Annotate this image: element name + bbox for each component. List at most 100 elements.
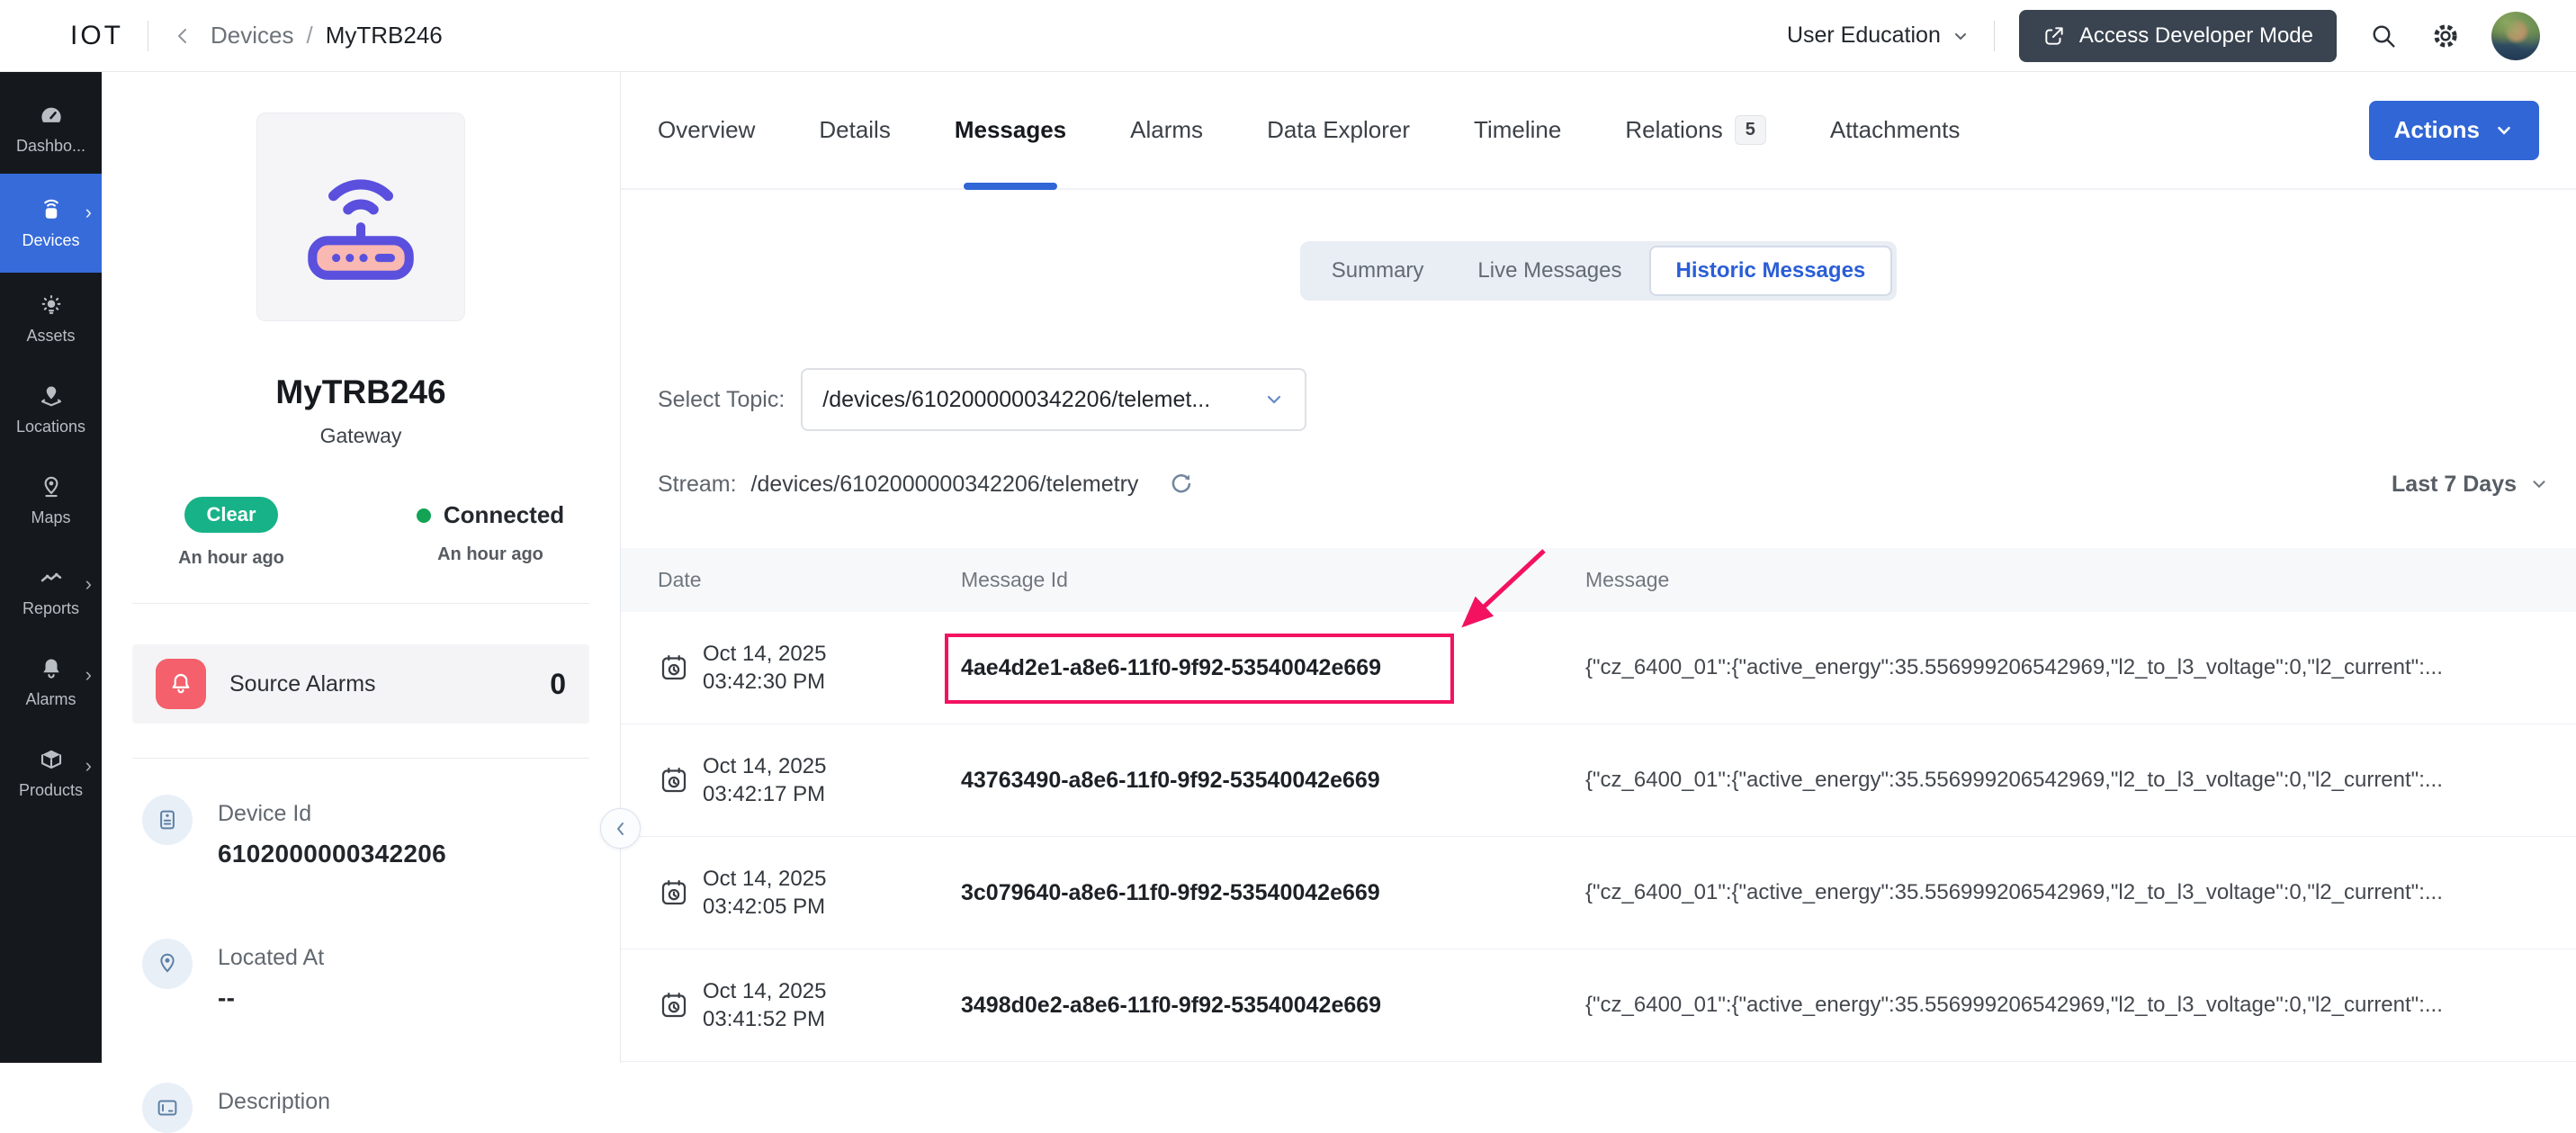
user-avatar[interactable] — [2491, 11, 2540, 60]
alarms-bell-icon — [38, 655, 65, 682]
actions-label: Actions — [2393, 116, 2480, 143]
tab-attachments[interactable]: Attachments — [1830, 72, 1961, 188]
select-topic-label: Select Topic: — [658, 386, 785, 412]
message-id-cell: 43763490-a8e6-11f0-9f92-53540042e669 — [961, 767, 1380, 793]
tab-timeline[interactable]: Timeline — [1474, 72, 1561, 188]
select-topic-row: Select Topic: /devices/6102000000342206/… — [658, 368, 2576, 431]
chevron-down-icon — [1952, 27, 1970, 45]
time-range-value: Last 7 Days — [2392, 471, 2517, 497]
tab-details[interactable]: Details — [819, 72, 890, 188]
table-row[interactable]: Oct 14, 2025 03:42:30 PM 4ae4d2e1-a8e6-1… — [621, 612, 2576, 724]
sidebar-item-dashboards[interactable]: Dashbo... — [0, 83, 102, 174]
chevron-down-icon — [1263, 389, 1285, 410]
field-description: Description — [142, 1083, 620, 1133]
connection-state-col: Connected An hour ago — [361, 497, 620, 569]
stream-row: Stream: /devices/6102000000342206/teleme… — [658, 471, 2549, 498]
sidebar-item-reports[interactable]: › Reports — [0, 545, 102, 636]
device-image — [256, 112, 465, 321]
sidebar-item-label: Alarms — [25, 689, 76, 708]
calendar-clock-icon — [658, 877, 690, 909]
date-cell: Oct 14, 2025 03:42:17 PM — [658, 752, 961, 808]
time-range-dropdown[interactable]: Last 7 Days — [2392, 472, 2549, 498]
messages-table: Date Message Id Message Oct 14, 2025 03:… — [621, 548, 2576, 1062]
tab-relations[interactable]: Relations 5 — [1625, 72, 1766, 188]
column-header-message-id: Message Id — [961, 568, 1068, 591]
source-alarms-row[interactable]: Source Alarms 0 — [132, 644, 589, 724]
actions-button[interactable]: Actions — [2368, 100, 2539, 160]
connected-dot-icon — [416, 508, 431, 523]
developer-mode-label: Access Developer Mode — [2078, 22, 2313, 48]
topic-select-value: /devices/6102000000342206/telemet... — [822, 386, 1211, 412]
date-cell: Oct 14, 2025 03:41:52 PM — [658, 977, 961, 1033]
router-illustration-icon — [292, 148, 429, 285]
collapse-panel-button[interactable] — [600, 808, 641, 849]
source-alarms-count: 0 — [550, 667, 566, 700]
breadcrumb-current: MyTRB246 — [325, 22, 443, 49]
external-link-icon — [2042, 24, 2066, 48]
device-summary-panel: MyTRB246 Gateway Clear An hour ago Conne… — [102, 72, 641, 1133]
chevron-right-icon: › — [85, 572, 92, 595]
alarm-bell-icon — [156, 659, 206, 709]
assets-bulb-icon — [38, 292, 65, 319]
app-logo: IOT — [70, 20, 123, 50]
topbar-divider — [1993, 20, 1995, 51]
date-text: Oct 14, 2025 03:42:17 PM — [703, 754, 827, 806]
tab-overview[interactable]: Overview — [658, 72, 755, 188]
sidebar-item-devices[interactable]: › Devices — [0, 174, 102, 273]
table-row[interactable]: Oct 14, 2025 03:42:17 PM 43763490-a8e6-1… — [621, 724, 2576, 837]
field-device-id: Device Id 6102000000342206 — [142, 795, 620, 868]
settings-gear-icon[interactable] — [2430, 21, 2461, 51]
chevron-down-icon — [2529, 474, 2549, 494]
maps-pin-icon — [38, 473, 65, 500]
alarm-state-badge: Clear — [184, 497, 278, 533]
app-body: Dashbo... › Devices Assets Locations Map… — [0, 72, 2576, 1133]
topic-select-dropdown[interactable]: /devices/6102000000342206/telemet... — [801, 368, 1307, 431]
date-text: Oct 14, 2025 03:41:52 PM — [703, 979, 827, 1031]
user-menu[interactable]: User Education — [1787, 22, 1970, 49]
panel-divider — [132, 758, 589, 759]
date-text: Oct 14, 2025 03:42:05 PM — [703, 867, 827, 919]
breadcrumb-parent[interactable]: Devices — [211, 22, 293, 49]
tab-alarms[interactable]: Alarms — [1130, 72, 1203, 188]
field-label: Device Id — [218, 801, 312, 826]
tab-messages[interactable]: Messages — [955, 72, 1066, 190]
device-id-value: 6102000000342206 — [218, 840, 446, 868]
field-label: Description — [218, 1089, 331, 1114]
message-cell: {"cz_6400_01":{"active_energy":35.556999… — [1585, 993, 2443, 1017]
message-cell: {"cz_6400_01":{"active_energy":35.556999… — [1585, 880, 2443, 904]
field-located-at: Located At -- — [142, 939, 620, 1012]
sidebar-item-products[interactable]: › Products — [0, 727, 102, 818]
user-menu-label: User Education — [1786, 22, 1941, 48]
device-status-row: Clear An hour ago Connected An hour ago — [102, 497, 620, 569]
date-cell: Oct 14, 2025 03:42:30 PM — [658, 640, 961, 696]
sidebar: Dashbo... › Devices Assets Locations Map… — [0, 72, 102, 1063]
chevron-right-icon: › — [85, 663, 92, 686]
located-at-value: -- — [218, 984, 236, 1012]
sidebar-item-alarms[interactable]: › Alarms — [0, 636, 102, 727]
reports-chart-icon — [38, 564, 65, 591]
sidebar-item-assets[interactable]: Assets — [0, 273, 102, 364]
search-icon[interactable] — [2369, 22, 2398, 50]
calendar-clock-icon — [658, 989, 690, 1021]
subtab-live-messages[interactable]: Live Messages — [1450, 246, 1648, 296]
table-row[interactable]: Oct 14, 2025 03:42:05 PM 3c079640-a8e6-1… — [621, 837, 2576, 949]
table-row[interactable]: Oct 14, 2025 03:41:52 PM 3498d0e2-a8e6-1… — [621, 949, 2576, 1062]
subtab-historic-messages[interactable]: Historic Messages — [1648, 246, 1893, 296]
refresh-icon[interactable] — [1167, 471, 1194, 498]
connection-state-label: Connected — [443, 501, 565, 528]
calendar-clock-icon — [658, 652, 690, 684]
products-box-icon — [38, 746, 65, 773]
date-text: Oct 14, 2025 03:42:30 PM — [703, 642, 827, 694]
access-developer-mode-button[interactable]: Access Developer Mode — [2018, 9, 2337, 62]
subtab-summary[interactable]: Summary — [1305, 246, 1451, 296]
sidebar-item-maps[interactable]: Maps — [0, 454, 102, 545]
back-chevron-icon[interactable] — [173, 25, 194, 47]
sidebar-item-locations[interactable]: Locations — [0, 364, 102, 454]
tab-data-explorer[interactable]: Data Explorer — [1267, 72, 1410, 188]
sidebar-item-label: Maps — [31, 508, 71, 526]
relations-count-badge: 5 — [1734, 115, 1766, 145]
message-subtabs: Summary Live Messages Historic Messages — [1299, 241, 1898, 301]
description-icon — [142, 1083, 193, 1133]
locations-icon — [38, 382, 65, 409]
device-fields: Device Id 6102000000342206 Located At -- — [102, 795, 620, 1133]
